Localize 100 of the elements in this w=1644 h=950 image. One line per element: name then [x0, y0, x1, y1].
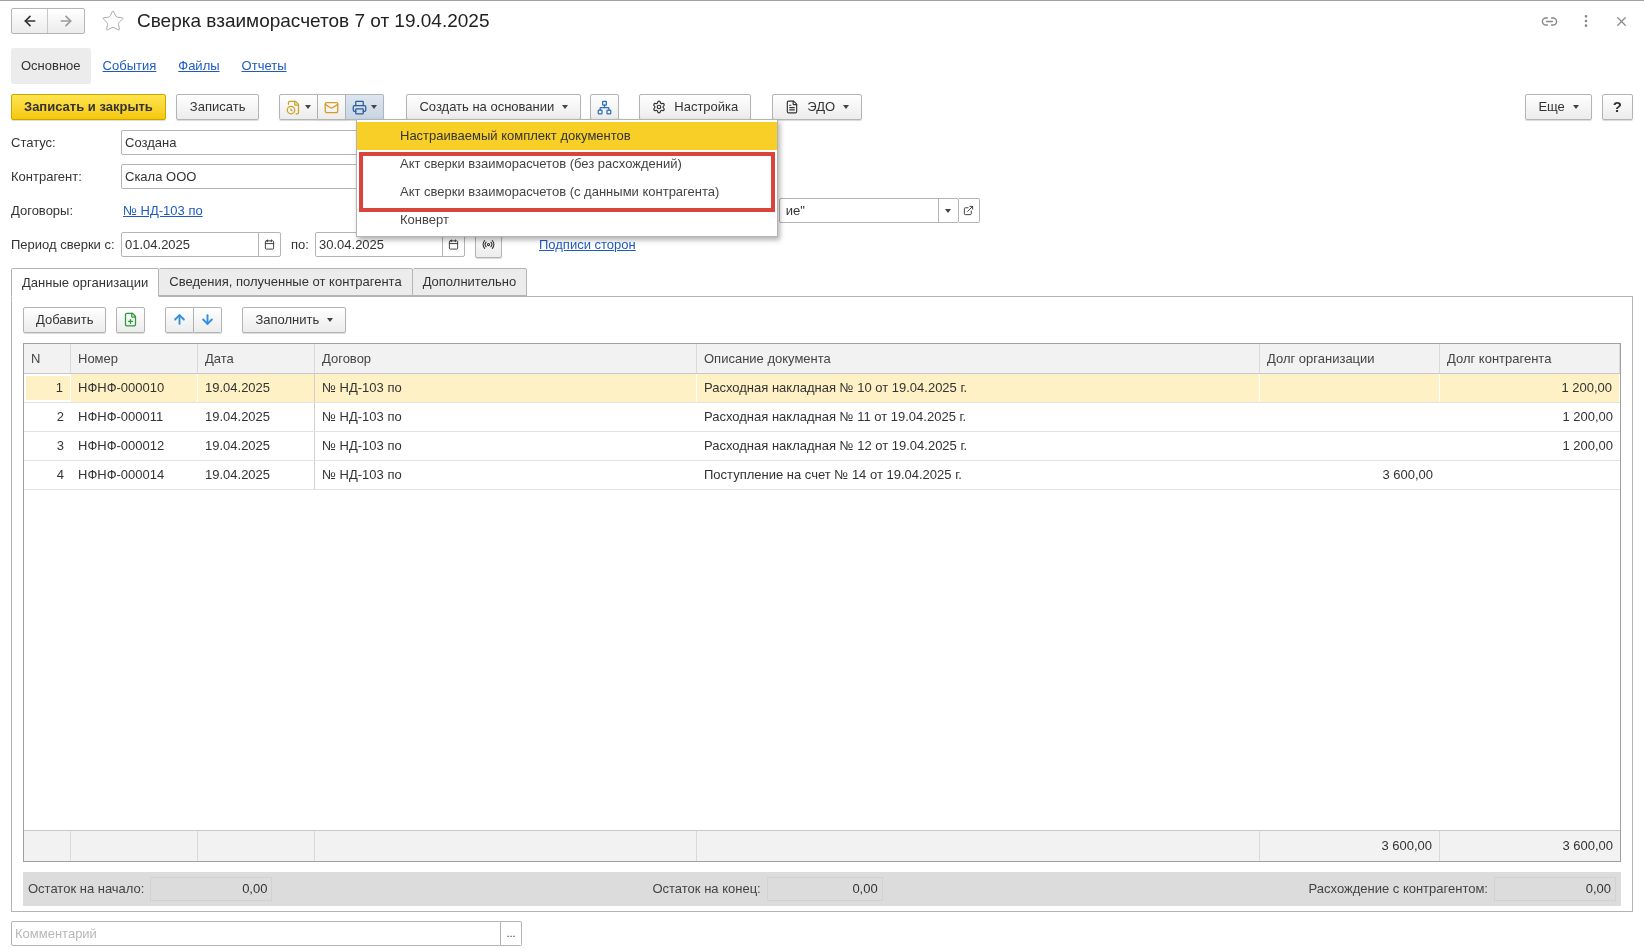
field-label: Период сверки с: [11, 235, 116, 254]
table-cell-text: 1 200,00 [1561, 408, 1614, 427]
column-header[interactable]: Описание документа [697, 344, 1260, 373]
table-row[interactable]: 1 НФНФ-000010 19.04.2025 № НД-103 по Расходная накладная № 10 от 19.04.2025 г. 1 200,00 [24, 374, 1620, 403]
contract-link[interactable]: № НД-103 по [123, 200, 203, 221]
caret-icon [1572, 105, 1579, 109]
star-icon[interactable] [101, 9, 125, 33]
calendar-icon [264, 239, 275, 250]
table-cell: 19.04.2025 [198, 403, 315, 431]
tab[interactable]: Данные организации [11, 268, 160, 297]
total-cell: 3 600,00 [1260, 831, 1440, 861]
menu-item[interactable]: Настраиваемый комплект документов [357, 122, 777, 150]
more-button[interactable]: Еще [1525, 94, 1592, 120]
email-button[interactable] [318, 94, 347, 120]
table-cell-text: № НД-103 по [321, 408, 403, 427]
create-based-on-button[interactable]: Создать на основании [406, 94, 582, 120]
save-button[interactable]: Записать [175, 94, 260, 120]
field-label: Контрагент: [11, 167, 83, 186]
tab[interactable]: Дополнительно [412, 268, 528, 296]
table-cell-text: 1 200,00 [1561, 437, 1614, 456]
document-clock-icon [286, 99, 302, 115]
nav-tab[interactable]: События [92, 48, 167, 84]
table-cell-text: № НД-103 по [321, 437, 403, 456]
field-value: 01.04.2025 [124, 235, 192, 254]
organization-field[interactable]: ие" [778, 198, 959, 223]
attachments-button[interactable] [279, 94, 319, 120]
table-cell: Расходная накладная № 10 от 19.04.2025 г. [697, 374, 1260, 402]
table-cell: 19.04.2025 [198, 461, 315, 489]
fill-button[interactable]: Заполнить [242, 306, 347, 333]
table-cell-text: НФНФ-000014 [77, 466, 166, 485]
column-header[interactable]: N [24, 344, 71, 373]
table-row[interactable]: 3 НФНФ-000012 19.04.2025 № НД-103 по Расходная накладная № 12 от 19.04.2025 г. 1 200,00 [24, 432, 1620, 461]
table-cell-text: Поступление на счет № 14 от 19.04.2025 г. [703, 466, 963, 485]
column-header[interactable]: Долг организации [1260, 344, 1440, 373]
caret-icon [371, 105, 378, 109]
column-header[interactable]: Номер [71, 344, 198, 373]
print-button[interactable] [346, 94, 385, 120]
table-row[interactable]: 4 НФНФ-000014 19.04.2025 № НД-103 по Поступление на счет № 14 от 19.04.2025 г. 3 600,00 [24, 461, 1620, 490]
column-header[interactable]: Договор [315, 344, 697, 373]
column-header[interactable]: Долг контрагента [1440, 344, 1620, 373]
summary-value: 0,00 [150, 877, 273, 901]
calendar-icon [448, 239, 459, 250]
document-icon [785, 100, 800, 114]
table-cell: 19.04.2025 [198, 432, 315, 460]
settings-button[interactable]: Настройка [639, 94, 752, 120]
table-cell: 1 200,00 [1440, 374, 1620, 402]
table-cell-text: НФНФ-000012 [77, 437, 166, 456]
caret-icon [945, 208, 952, 213]
add-document-icon [123, 312, 139, 327]
caret-icon [327, 317, 334, 322]
open-button[interactable] [958, 198, 980, 223]
help-button[interactable]: ? [1601, 94, 1633, 120]
nav-tab[interactable]: Основное [11, 48, 91, 84]
nav-tab[interactable]: Файлы [168, 48, 230, 84]
tab[interactable]: Сведения, полученные от контрагента [159, 268, 413, 296]
broadcast-icon [482, 238, 495, 251]
forward-arrow-icon [58, 13, 74, 29]
edo-button[interactable]: ЭДО [772, 94, 863, 120]
table-cell: № НД-103 по [315, 374, 697, 402]
field-label: по: [291, 235, 310, 254]
signatures-link[interactable]: Подписи сторон [539, 234, 636, 255]
table-row[interactable]: 2 НФНФ-000011 19.04.2025 № НД-103 по Расходная накладная № 11 от 19.04.2025 г. 1 200,00 [24, 403, 1620, 432]
add-document-button[interactable] [116, 306, 146, 333]
date-from-field[interactable]: 01.04.2025 [121, 232, 281, 257]
add-button[interactable]: Добавить [23, 306, 107, 333]
table-cell-text: Расходная накладная № 12 от 19.04.2025 г. [703, 437, 969, 456]
caret-icon [843, 105, 850, 109]
table-cell-text: 3 [55, 437, 65, 456]
open-window-icon [963, 205, 975, 216]
summary-label: Остаток на конец: [652, 880, 761, 899]
structure-icon [597, 99, 613, 115]
table-cell-text: Расходная накладная № 11 от 19.04.2025 г. [703, 408, 968, 427]
summary-value: 0,00 [766, 877, 883, 901]
column-header[interactable]: Дата [198, 344, 315, 373]
table-cell-text: 4 [55, 466, 65, 485]
total-cell-text: 3 600,00 [1561, 837, 1614, 856]
table-cell-text: НФНФ-000011 [77, 408, 165, 427]
field-value: ие" [784, 201, 806, 220]
move-up-button[interactable] [165, 306, 195, 333]
structure-button[interactable] [590, 94, 620, 120]
down-arrow-icon [200, 312, 216, 327]
table-cell-text: 2 [55, 408, 65, 427]
caret-icon [562, 105, 569, 109]
move-down-button[interactable] [194, 306, 223, 333]
summary-label: Остаток на начало: [28, 880, 145, 899]
comment-field[interactable]: Комментарий [11, 921, 501, 946]
summary-value: 0,00 [1494, 877, 1616, 901]
summary-label: Расхождение с контрагентом: [1308, 880, 1488, 899]
envelope-icon [324, 99, 340, 115]
field-value: 30.04.2025 [318, 235, 386, 254]
save-and-close-button[interactable]: Записать и закрыть [11, 94, 166, 120]
table-cell: НФНФ-000010 [71, 374, 198, 402]
nav-tab[interactable]: Отчеты [231, 48, 297, 84]
comment-expand-button[interactable]: ... [501, 921, 522, 946]
table-cell-text: № НД-103 по [321, 466, 403, 485]
window-title: Сверка взаиморасчетов 7 от 19.04.2025 [137, 8, 490, 33]
menu-item[interactable]: Конверт [357, 206, 777, 234]
field-label: Статус: [11, 133, 57, 152]
table-cell-text: 3 600,00 [1381, 466, 1434, 485]
table-cell: 19.04.2025 [198, 374, 315, 402]
